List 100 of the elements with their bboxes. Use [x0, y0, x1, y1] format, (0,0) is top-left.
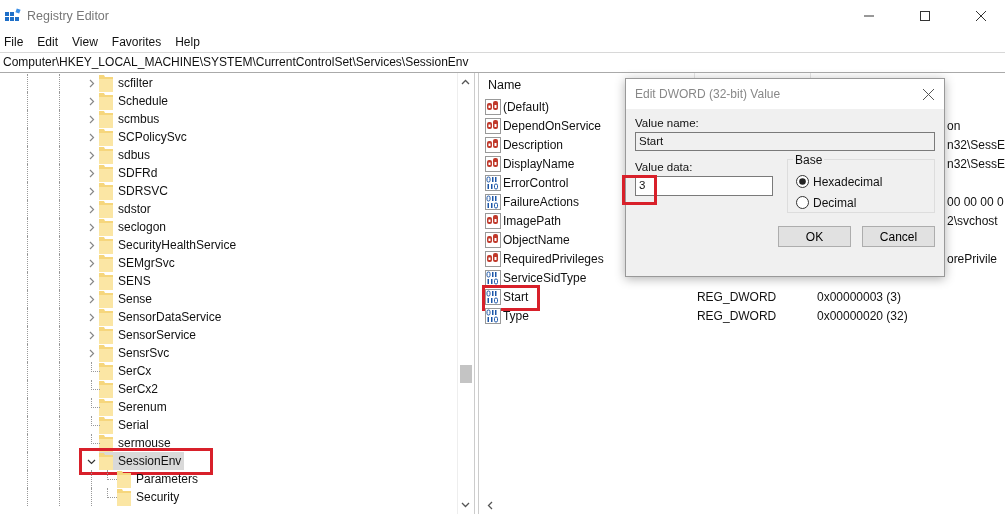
value-data: 00 00 00 0 — [946, 194, 1004, 209]
scroll-up-icon[interactable] — [461, 79, 471, 85]
folder-icon — [99, 272, 113, 290]
binary-value-icon — [484, 307, 501, 324]
value-name-field[interactable]: Start — [635, 132, 935, 151]
tree-item[interactable]: SerCx2 — [118, 382, 158, 396]
field-label: Value data: — [635, 161, 694, 173]
menu-item[interactable]: Help — [175, 34, 200, 49]
folder-icon — [99, 380, 113, 398]
tree-item[interactable]: SensorDataService — [118, 310, 222, 324]
dialog-button[interactable]: Cancel — [862, 226, 935, 247]
radio-label[interactable]: Hexadecimal — [813, 174, 883, 189]
binary-value-icon — [484, 193, 501, 210]
folder-icon — [99, 362, 113, 380]
value-data: orePrivile — [946, 251, 997, 266]
tree-item[interactable]: SCPolicySvc — [118, 130, 187, 144]
value-name[interactable]: Start — [502, 289, 529, 304]
radio-label[interactable]: Decimal — [813, 195, 857, 210]
folder-icon — [99, 308, 113, 326]
scroll-left-icon[interactable] — [486, 501, 493, 510]
menu-item[interactable]: Favorites — [111, 34, 162, 49]
value-name[interactable]: ServiceSidType — [502, 270, 587, 285]
folder-icon — [99, 344, 113, 362]
tree-item[interactable]: Sense — [118, 292, 153, 306]
string-value-icon — [484, 231, 501, 248]
tree-item[interactable]: SENS — [118, 274, 151, 288]
binary-value-icon — [484, 269, 501, 286]
tree-item[interactable]: sdstor — [118, 202, 151, 216]
folder-icon — [99, 146, 113, 164]
binary-value-icon — [484, 288, 501, 305]
menu-item[interactable]: File — [4, 34, 24, 49]
tree-item[interactable]: SDFRd — [118, 166, 158, 180]
window-title: Registry Editor — [27, 8, 109, 23]
tree-item[interactable]: Serenum — [118, 400, 167, 414]
tree-item[interactable]: sermouse — [118, 436, 171, 450]
folder-icon — [99, 74, 113, 92]
value-type: REG_DWORD — [696, 308, 777, 323]
value-data: 2\svchost — [946, 213, 998, 228]
value-name[interactable]: Type — [502, 308, 529, 323]
value-name[interactable]: DisplayName — [502, 156, 575, 171]
scrollbar-thumb[interactable] — [459, 365, 472, 383]
maximize-icon[interactable] — [920, 10, 930, 21]
tree-item[interactable]: seclogon — [118, 220, 167, 234]
value-name[interactable]: FailureActions — [502, 194, 579, 209]
folder-icon — [99, 218, 113, 236]
tree-item[interactable]: SecurityHealthService — [118, 238, 237, 252]
value-data-field[interactable]: 3 — [635, 176, 773, 196]
binary-value-icon — [484, 174, 501, 191]
address-bar[interactable]: Computer\HKEY_LOCAL_MACHINE\SYSTEM\CurrentControlSet\Services\SessionEnv — [0, 52, 1005, 73]
radio-button[interactable] — [796, 175, 809, 188]
value-data: n32\SessE — [946, 156, 1005, 171]
string-value-icon — [484, 212, 501, 229]
string-value-icon — [484, 117, 501, 134]
folder-icon — [99, 398, 113, 416]
scroll-down-icon[interactable] — [461, 502, 471, 508]
folder-icon — [99, 290, 113, 308]
tree-item[interactable]: sdbus — [118, 148, 151, 162]
folder-icon — [99, 326, 113, 344]
string-value-icon — [484, 98, 501, 115]
dialog-button[interactable]: OK — [778, 226, 851, 247]
value-name[interactable]: ErrorControl — [502, 175, 569, 190]
tree-item[interactable]: SensrSvc — [118, 346, 170, 360]
value-data: on — [946, 118, 961, 133]
folder-icon — [99, 416, 113, 434]
field-label: Value name: — [635, 117, 700, 129]
folder-icon — [117, 488, 131, 506]
value-name[interactable]: ObjectName — [502, 232, 570, 247]
value-name[interactable]: Description — [502, 137, 563, 152]
string-value-icon — [484, 250, 501, 267]
tree-item[interactable]: SDRSVC — [118, 184, 168, 198]
tree-item[interactable]: scfilter — [118, 76, 153, 90]
folder-icon — [99, 236, 113, 254]
folder-icon — [99, 452, 113, 470]
radio-button[interactable] — [796, 196, 809, 209]
close-icon[interactable] — [923, 88, 934, 100]
folder-icon — [99, 182, 113, 200]
tree-item[interactable]: Serial — [118, 418, 149, 432]
folder-icon — [99, 92, 113, 110]
value-data: n32\SessE — [946, 137, 1005, 152]
value-data: 0x00000020 (32) — [816, 308, 908, 323]
tree-item[interactable]: Security — [136, 490, 180, 504]
string-value-icon — [484, 136, 501, 153]
tree-item[interactable]: SensorService — [118, 328, 197, 342]
value-name[interactable]: ImagePath — [502, 213, 561, 228]
tree-item[interactable]: SerCx — [118, 364, 152, 378]
value-name[interactable]: DependOnService — [502, 118, 601, 133]
tree-item[interactable]: Parameters — [136, 472, 199, 486]
menu-item[interactable]: Edit — [37, 34, 59, 49]
value-data: 0x00000003 (3) — [816, 289, 902, 304]
value-name[interactable]: RequiredPrivileges — [502, 251, 604, 266]
close-icon[interactable] — [976, 10, 986, 21]
folder-icon — [99, 110, 113, 128]
tree-item[interactable]: scmbus — [118, 112, 160, 126]
folder-icon — [99, 200, 113, 218]
menu-item[interactable]: View — [72, 34, 98, 49]
value-name[interactable]: (Default) — [502, 99, 549, 114]
tree-item[interactable]: Schedule — [118, 94, 169, 108]
folder-icon — [99, 128, 113, 146]
tree-item[interactable]: SEMgrSvc — [118, 256, 175, 270]
group-label: Base — [793, 153, 825, 167]
